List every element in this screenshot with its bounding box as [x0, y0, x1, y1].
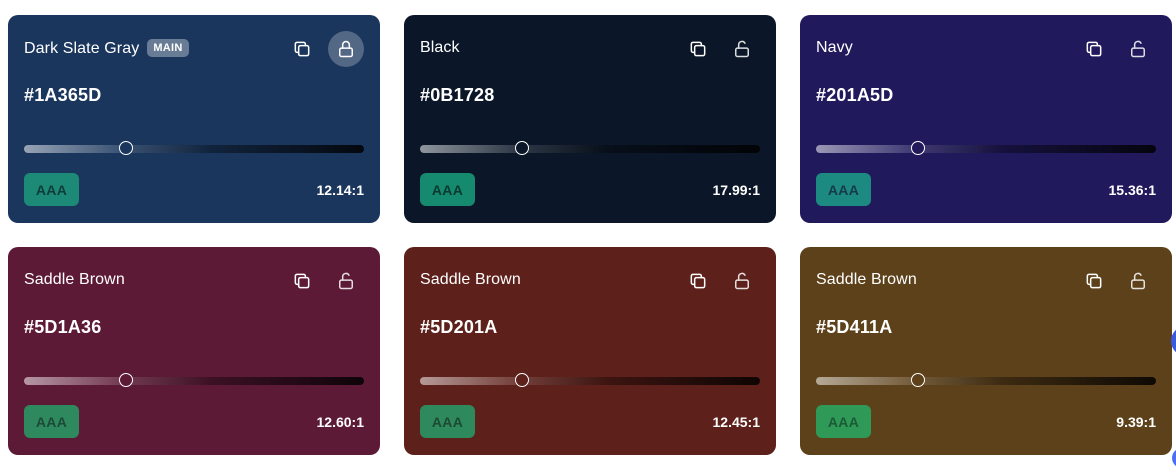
copy-button[interactable]: [680, 31, 716, 67]
slider-thumb[interactable]: [119, 141, 133, 155]
contrast-rating-badge: AAA: [24, 405, 79, 438]
contrast-rating-badge: AAA: [420, 405, 475, 438]
shade-slider[interactable]: [24, 373, 364, 387]
lock-toggle-button[interactable]: [328, 263, 364, 299]
copy-icon: [688, 39, 708, 59]
contrast-rating-badge: AAA: [816, 173, 871, 206]
shade-slider[interactable]: [420, 141, 760, 155]
hex-value: #201A5D: [816, 85, 894, 105]
color-name-label: Saddle Brown: [816, 271, 917, 288]
color-name: Dark Slate Gray MAIN: [24, 39, 189, 58]
copy-icon: [1084, 271, 1104, 291]
shade-slider[interactable]: [24, 141, 364, 155]
color-name-label: Navy: [816, 39, 853, 56]
color-name: Navy: [816, 39, 853, 57]
hex-value: #5D411A: [816, 317, 893, 337]
color-card: Dark Slate Gray MAIN #1A365D AAA 12.14:1: [8, 15, 380, 223]
contrast-rating-badge: AAA: [816, 405, 871, 438]
contrast-rating-badge: AAA: [420, 173, 475, 206]
copy-button[interactable]: [284, 263, 320, 299]
palette-grid: Dark Slate Gray MAIN #1A365D AAA 12.14:1 Blac…: [0, 0, 1176, 464]
contrast-ratio: 12.14:1: [316, 182, 364, 198]
color-name-label: Saddle Brown: [420, 271, 521, 288]
color-card: Saddle Brown #5D201A AAA 12.45:1: [404, 247, 776, 455]
hex-value: #5D201A: [420, 317, 498, 337]
slider-thumb[interactable]: [515, 373, 529, 387]
contrast-ratio: 9.39:1: [1116, 414, 1156, 430]
unlock-icon: [1128, 39, 1148, 59]
slider-track: [420, 145, 760, 153]
color-name-label: Black: [420, 39, 460, 56]
unlock-icon: [336, 271, 356, 291]
lock-icon: [336, 39, 356, 59]
unlock-icon: [732, 271, 752, 291]
color-name: Black: [420, 39, 460, 57]
copy-icon: [292, 271, 312, 291]
slider-track: [816, 377, 1156, 385]
color-card: Navy #201A5D AAA 15.36:1: [800, 15, 1172, 223]
copy-icon: [688, 271, 708, 291]
slider-thumb[interactable]: [119, 373, 133, 387]
contrast-ratio: 12.45:1: [712, 414, 760, 430]
color-name: Saddle Brown: [816, 271, 917, 289]
copy-icon: [1084, 39, 1104, 59]
contrast-ratio: 12.60:1: [316, 414, 364, 430]
slider-thumb[interactable]: [911, 141, 925, 155]
lock-toggle-button[interactable]: [724, 31, 760, 67]
shade-slider[interactable]: [816, 373, 1156, 387]
hex-value: #0B1728: [420, 85, 495, 105]
copy-button[interactable]: [1076, 31, 1112, 67]
lock-toggle-button[interactable]: [328, 31, 364, 67]
color-name: Saddle Brown: [420, 271, 521, 289]
hex-value: #1A365D: [24, 85, 102, 105]
color-card: Black #0B1728 AAA 17.99:1: [404, 15, 776, 223]
copy-icon: [292, 39, 312, 59]
contrast-rating-badge: AAA: [24, 173, 79, 206]
unlock-icon: [732, 39, 752, 59]
slider-track: [420, 377, 760, 385]
copy-button[interactable]: [284, 31, 320, 67]
color-name-label: Saddle Brown: [24, 271, 125, 288]
slider-thumb[interactable]: [911, 373, 925, 387]
lock-toggle-button[interactable]: [1120, 31, 1156, 67]
contrast-ratio: 17.99:1: [712, 182, 760, 198]
main-badge: MAIN: [147, 39, 189, 57]
copy-button[interactable]: [680, 263, 716, 299]
color-name-label: Dark Slate Gray: [24, 40, 140, 57]
contrast-ratio: 15.36:1: [1108, 182, 1156, 198]
lock-toggle-button[interactable]: [1120, 263, 1156, 299]
slider-track: [24, 377, 364, 385]
color-card: Saddle Brown #5D1A36 AAA 12.60:1: [8, 247, 380, 455]
shade-slider[interactable]: [420, 373, 760, 387]
color-name: Saddle Brown: [24, 271, 125, 289]
shade-slider[interactable]: [816, 141, 1156, 155]
copy-button[interactable]: [1076, 263, 1112, 299]
hex-value: #5D1A36: [24, 317, 102, 337]
unlock-icon: [1128, 271, 1148, 291]
color-card: Saddle Brown #5D411A AAA 9.39:1: [800, 247, 1172, 455]
slider-track: [24, 145, 364, 153]
slider-track: [816, 145, 1156, 153]
slider-thumb[interactable]: [515, 141, 529, 155]
lock-toggle-button[interactable]: [724, 263, 760, 299]
